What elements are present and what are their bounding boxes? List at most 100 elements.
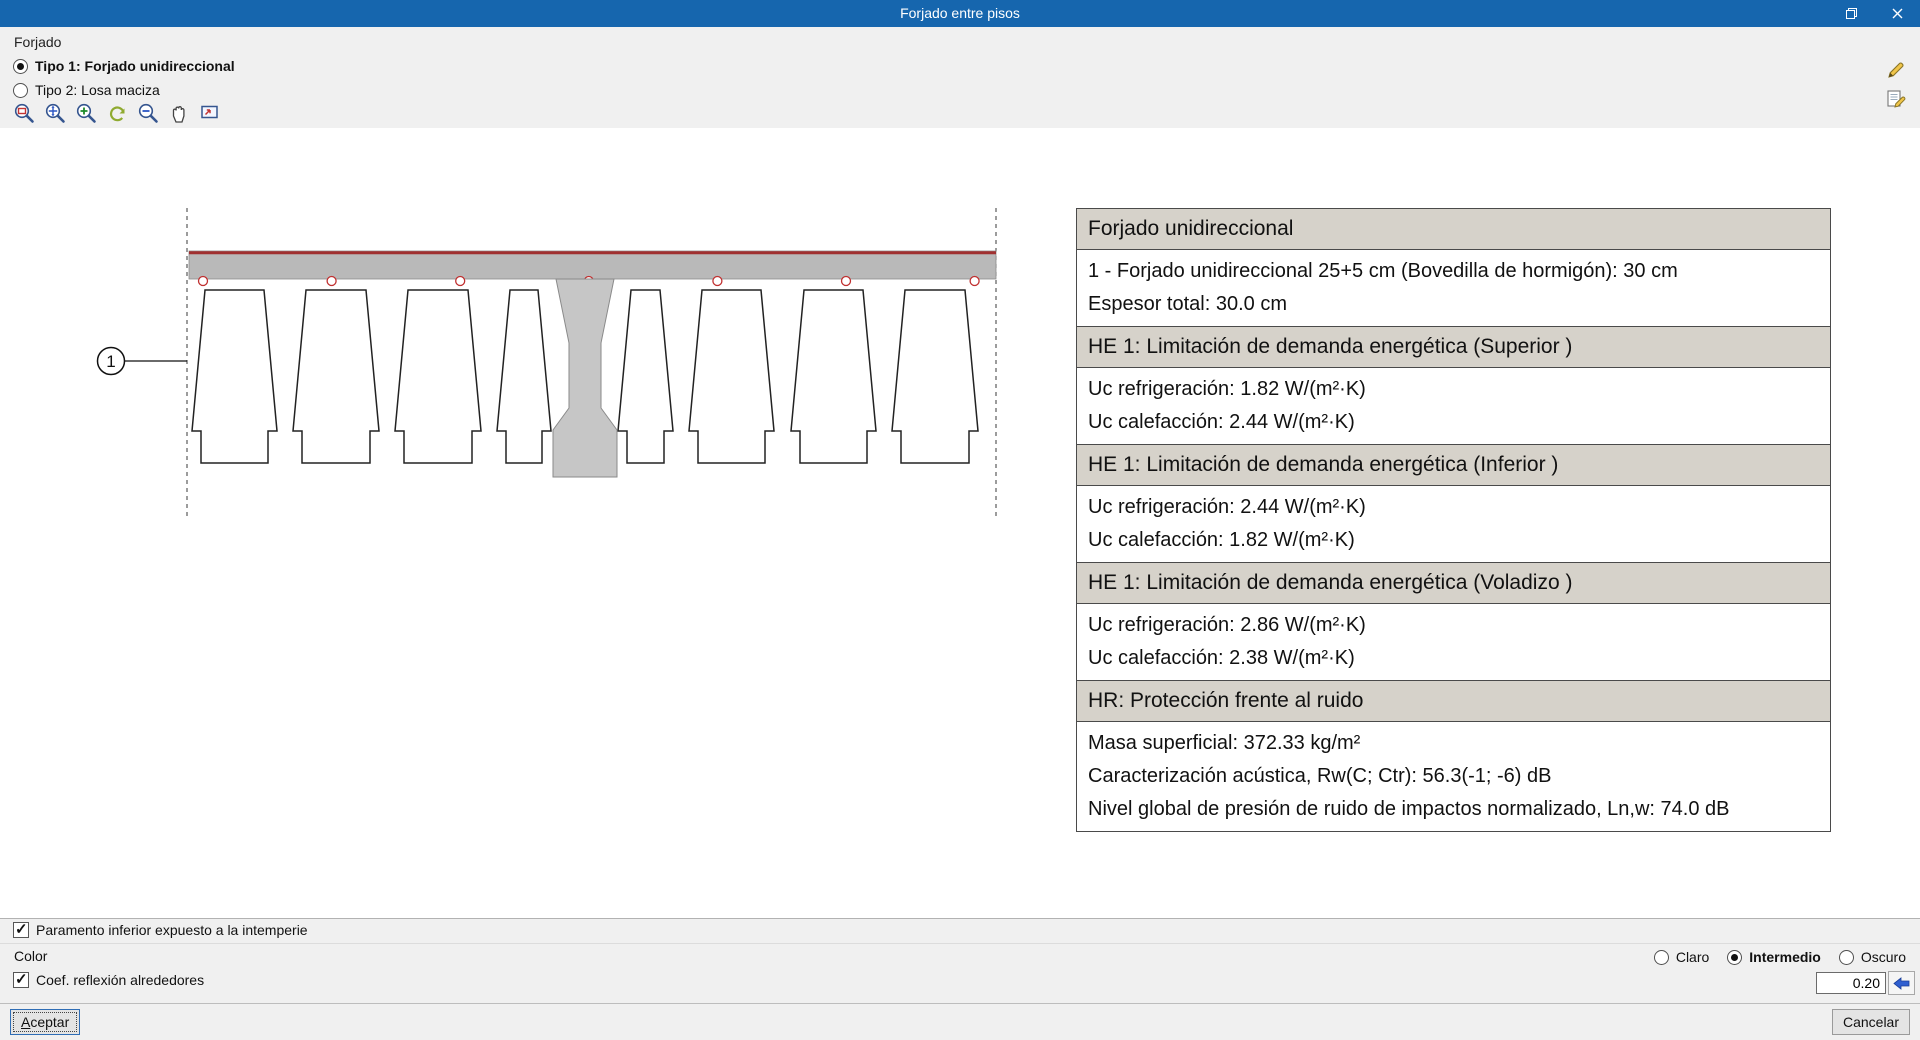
window-title: Forjado entre pisos xyxy=(900,5,1020,21)
zoom-toolbar xyxy=(12,101,223,126)
floor-type-options: Tipo 1: Forjado unidireccional Tipo 2: Lo… xyxy=(13,54,235,102)
exposure-checkbox[interactable]: Paramento inferior expuesto a la intempe… xyxy=(13,920,308,938)
radio-label: Claro xyxy=(1675,949,1710,965)
checkbox-icon xyxy=(13,920,29,938)
restore-button[interactable] xyxy=(1828,0,1874,27)
joist xyxy=(552,278,618,478)
edit-button[interactable] xyxy=(1883,57,1909,83)
radio-label: Tipo 2: Losa maciza xyxy=(35,82,160,98)
bovedilla-block xyxy=(617,289,674,464)
table-line: Uc calefacción: 2.44 W/(m²·K) xyxy=(1088,411,1355,433)
zoom-window-icon xyxy=(14,103,34,123)
section-drawing: 1 xyxy=(96,208,997,517)
bovedilla-block xyxy=(496,289,552,464)
radio-icon xyxy=(13,58,28,74)
pencil-paper-icon xyxy=(1887,90,1906,108)
footer-separator xyxy=(0,1003,1920,1004)
fit-view-icon xyxy=(201,105,218,119)
reflection-row: Coef. reflexión alrededores xyxy=(0,970,1920,997)
table-section-body: Uc refrigeración: 2.86 W/(m²·K) Uc calefa… xyxy=(1077,604,1830,681)
default-value-button[interactable] xyxy=(1888,971,1915,995)
table-section-header: HR: Protección frente al ruido xyxy=(1077,681,1830,722)
accept-button[interactable]: Aceptar xyxy=(10,1009,81,1035)
redraw-button[interactable] xyxy=(105,101,130,126)
bottom-panel: Paramento inferior expuesto a la intempe… xyxy=(0,918,1920,1040)
reflection-label: Coef. reflexión alrededores xyxy=(36,972,205,988)
edit-report-button[interactable] xyxy=(1883,86,1909,112)
table-line: Uc calefacción: 2.38 W/(m²·K) xyxy=(1088,647,1355,669)
radio-icon xyxy=(1653,949,1669,965)
radio-icon xyxy=(13,82,28,98)
redraw-icon xyxy=(109,106,125,122)
zoom-extents-icon xyxy=(45,103,65,123)
callout-label: 1 xyxy=(106,352,115,371)
checkbox-icon xyxy=(13,970,29,988)
bovedilla-block xyxy=(790,289,877,464)
zoom-extents-button[interactable] xyxy=(43,101,68,126)
color-option-intermedio[interactable]: Intermedio xyxy=(1727,945,1821,969)
table-line: Caracterización acústica, Rw(C; Ctr): 56… xyxy=(1088,765,1552,787)
top-panel: Forjado Tipo 1: Forjado unidireccional Ti… xyxy=(0,27,1920,128)
rebar-circle xyxy=(197,275,209,287)
table-section-header: HE 1: Limitación de demanda energética (… xyxy=(1077,445,1830,486)
radio-icon xyxy=(1838,949,1854,965)
exposure-row: Paramento inferior expuesto a la intempe… xyxy=(0,920,1920,944)
table-line: Nivel global de presión de ruido de impa… xyxy=(1088,798,1730,820)
info-table: Forjado unidireccional 1 - Forjado unidir… xyxy=(1076,208,1831,832)
radio-label: Intermedio xyxy=(1749,949,1821,965)
cancel-button[interactable]: Cancelar xyxy=(1831,1009,1910,1035)
radio-label: Oscuro xyxy=(1860,949,1906,965)
rebar-circle xyxy=(840,275,852,287)
table-section-header: Forjado unidireccional xyxy=(1077,209,1830,250)
zoom-previous-icon xyxy=(138,103,158,123)
restore-icon xyxy=(1845,8,1857,19)
table-line: Uc calefacción: 1.82 W/(m²·K) xyxy=(1088,529,1355,551)
close-icon xyxy=(1892,8,1902,19)
compression-slab xyxy=(188,250,997,280)
table-section-body: Masa superficial: 372.33 kg/m² Caracteriz… xyxy=(1077,722,1830,831)
zoom-window-button[interactable] xyxy=(12,101,37,126)
zoom-in-button[interactable] xyxy=(74,101,99,126)
zoom-previous-button[interactable] xyxy=(136,101,161,126)
bovedilla-block xyxy=(891,289,979,464)
fit-view-button[interactable] xyxy=(198,101,223,126)
table-section-body: Uc refrigeración: 1.82 W/(m²·K) Uc calefa… xyxy=(1077,368,1830,445)
table-section-header: HE 1: Limitación de demanda energética (… xyxy=(1077,563,1830,604)
pan-icon xyxy=(172,106,185,123)
table-line: Espesor total: 30.0 cm xyxy=(1088,293,1287,315)
color-options: Claro Intermedio Oscuro xyxy=(1653,945,1906,969)
close-button[interactable] xyxy=(1874,0,1920,27)
color-option-oscuro[interactable]: Oscuro xyxy=(1838,945,1906,969)
table-section-body: 1 - Forjado unidireccional 25+5 cm (Bove… xyxy=(1077,250,1830,327)
floor-type-option-1[interactable]: Tipo 1: Forjado unidireccional xyxy=(13,54,235,78)
exposure-label: Paramento inferior expuesto a la intempe… xyxy=(36,922,308,938)
radio-label: Tipo 1: Forjado unidireccional xyxy=(35,58,235,74)
rebar-circle xyxy=(326,275,337,287)
reflection-input[interactable] xyxy=(1816,972,1886,994)
rebar-circle xyxy=(712,275,723,287)
table-line: Uc refrigeración: 1.82 W/(m²·K) xyxy=(1088,378,1366,400)
drawing-canvas: 1 Forjado unidireccional 1 - Forjado unid… xyxy=(0,128,1920,918)
table-section-body: Uc refrigeración: 2.44 W/(m²·K) Uc calefa… xyxy=(1077,486,1830,563)
edit-buttons xyxy=(1883,57,1909,112)
window-titlebar: Forjado entre pisos xyxy=(0,0,1920,27)
rebar-circle xyxy=(455,275,466,287)
table-line: Uc refrigeración: 2.86 W/(m²·K) xyxy=(1088,614,1366,636)
color-row: Color Claro Intermedio Oscuro xyxy=(0,945,1920,969)
floor-type-option-2[interactable]: Tipo 2: Losa maciza xyxy=(13,78,235,102)
bovedilla-block xyxy=(688,289,775,464)
pencil-icon xyxy=(1888,62,1904,78)
color-label: Color xyxy=(14,948,48,964)
table-line: Uc refrigeración: 2.44 W/(m²·K) xyxy=(1088,496,1366,518)
reflection-checkbox[interactable]: Coef. reflexión alrededores xyxy=(13,970,205,988)
radio-icon xyxy=(1727,949,1743,965)
titlebar-controls xyxy=(1828,0,1920,27)
color-option-claro[interactable]: Claro xyxy=(1653,945,1710,969)
pan-button[interactable] xyxy=(167,101,192,126)
bovedilla-block xyxy=(394,289,482,464)
table-line: Masa superficial: 372.33 kg/m² xyxy=(1088,732,1361,754)
table-line: 1 - Forjado unidireccional 25+5 cm (Bove… xyxy=(1088,260,1678,282)
rebar-circle xyxy=(969,275,980,287)
zoom-in-icon xyxy=(76,103,96,123)
bovedilla-block xyxy=(292,289,380,464)
